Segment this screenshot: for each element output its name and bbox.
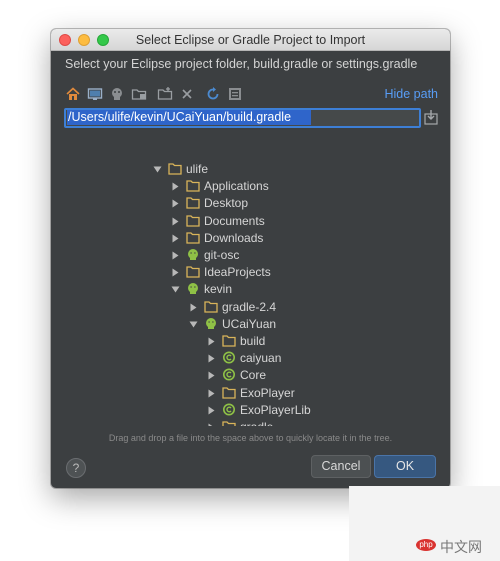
watermark-text: 中文网: [440, 539, 482, 555]
module-icon: [223, 368, 235, 381]
cancel-button[interactable]: Cancel: [311, 455, 371, 478]
tree-item-label: UCaiYuan: [222, 316, 277, 331]
delete-icon[interactable]: [179, 86, 195, 102]
expand-right-icon[interactable]: [171, 199, 180, 208]
tree-item[interactable]: caiyuan: [64, 350, 424, 367]
tree-item-label: Core: [240, 368, 267, 383]
file-tree[interactable]: ulife Applications Desktop Documents Downloa…: [64, 130, 438, 426]
tree-item[interactable]: ExoPlayerLib: [64, 402, 424, 419]
tree-item[interactable]: ulife: [64, 161, 424, 178]
expand-down-icon[interactable]: [153, 165, 162, 174]
home-icon[interactable]: [65, 86, 81, 102]
android-project-icon: [188, 283, 198, 295]
tree-item[interactable]: IdeaProjects: [64, 264, 424, 281]
import-dialog: Select Eclipse or Gradle Project to Impo…: [51, 29, 450, 488]
file-chooser-toolbar: [65, 86, 437, 104]
expand-right-icon[interactable]: [171, 234, 180, 243]
expand-right-icon[interactable]: [171, 182, 180, 191]
tree-item-label: caiyuan: [240, 351, 282, 366]
expand-right-icon[interactable]: [207, 406, 216, 415]
tree-item[interactable]: ExoPlayer: [64, 385, 424, 402]
folder-icon: [168, 163, 182, 175]
folder-icon: [222, 421, 236, 426]
tree-item-label: Applications: [204, 179, 269, 194]
module-icon[interactable]: [131, 86, 147, 102]
drag-drop-hint: Drag and drop a file into the space abov…: [108, 433, 393, 443]
folder-icon: [186, 197, 200, 210]
tree-item[interactable]: UCaiYuan: [64, 316, 424, 333]
module-icon: [223, 351, 235, 364]
tree-item[interactable]: Documents: [64, 213, 424, 230]
expand-right-icon[interactable]: [207, 337, 216, 346]
tree-item-label: gradle-2.4: [222, 299, 277, 314]
project-icon[interactable]: [109, 86, 125, 102]
folder-icon: [222, 335, 236, 347]
tree-item-label: ulife: [186, 162, 209, 176]
path-input[interactable]: [64, 108, 421, 128]
tree-item[interactable]: Desktop: [64, 195, 424, 212]
download-icon[interactable]: [424, 109, 438, 125]
dialog-description: Select your Eclipse project folder, buil…: [65, 57, 418, 71]
php-logo: php: [416, 539, 436, 551]
tree-item-label: gradle: [240, 420, 273, 426]
window-title: Select Eclipse or Gradle Project to Impo…: [135, 33, 366, 47]
expand-right-icon[interactable]: [171, 268, 180, 277]
help-button[interactable]: ?: [66, 458, 86, 478]
refresh-icon[interactable]: [205, 86, 221, 102]
title-bar: Select Eclipse or Gradle Project to Impo…: [51, 29, 450, 51]
expand-right-icon[interactable]: [207, 371, 216, 380]
expand-right-icon[interactable]: [171, 251, 180, 260]
tree-item[interactable]: Applications: [64, 178, 424, 195]
tree-item-label: ExoPlayerLib: [240, 402, 311, 417]
ok-button[interactable]: OK: [374, 455, 436, 478]
folder-icon: [222, 386, 236, 399]
folder-icon: [186, 232, 200, 244]
tree-item[interactable]: git-osc: [64, 247, 424, 264]
folder-icon: [186, 266, 200, 278]
folder-icon: [204, 300, 218, 313]
android-project-icon: [206, 317, 216, 329]
tree-item-label: Desktop: [204, 196, 249, 211]
module-icon: [223, 403, 235, 416]
desktop-icon[interactable]: [87, 86, 103, 102]
hide-path-link[interactable]: Hide path: [384, 87, 438, 101]
path-row: /Users/ulife/kevin/UCaiYuan/build.gradle: [64, 108, 438, 128]
show-hidden-icon[interactable]: [227, 86, 243, 102]
folder-icon: [186, 214, 200, 227]
android-project-icon: [188, 249, 198, 260]
tree-item[interactable]: kevin: [64, 281, 424, 298]
tree-item-label: ExoPlayer: [240, 385, 295, 400]
expand-right-icon[interactable]: [207, 354, 216, 363]
expand-right-icon[interactable]: [189, 303, 198, 312]
expand-right-icon[interactable]: [207, 423, 216, 426]
tree-item-label: Documents: [204, 213, 265, 228]
tree-item-label: Downloads: [204, 230, 264, 245]
tree-item[interactable]: build: [64, 333, 424, 350]
expand-right-icon[interactable]: [207, 389, 216, 398]
expand-right-icon[interactable]: [171, 217, 180, 226]
tree-item[interactable]: gradle-2.4: [64, 299, 424, 316]
tree-item-label: kevin: [204, 282, 233, 297]
tree-item-label: git-osc: [204, 248, 240, 262]
folder-icon: [186, 180, 200, 192]
new-folder-icon[interactable]: [157, 86, 173, 102]
tree-item[interactable]: gradle: [64, 419, 424, 426]
expand-down-icon[interactable]: [171, 285, 180, 294]
tree-item[interactable]: Downloads: [64, 230, 424, 247]
tree-item[interactable]: Core: [64, 367, 424, 384]
expand-down-icon[interactable]: [189, 320, 198, 329]
tree-item-label: build: [240, 334, 266, 348]
tree-item-label: IdeaProjects: [204, 265, 271, 280]
